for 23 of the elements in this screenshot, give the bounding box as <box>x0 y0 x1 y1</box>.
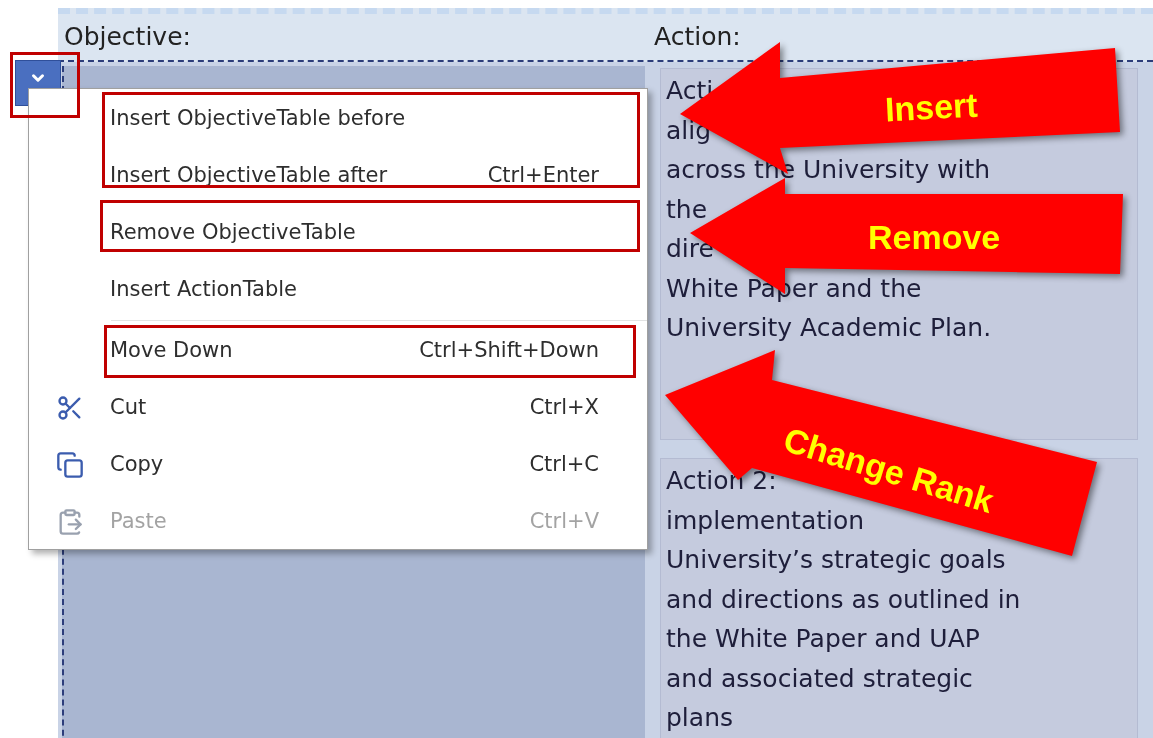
menu-item[interactable]: Move Down Ctrl+Shift+Down <box>29 322 647 379</box>
menu-item[interactable]: Insert ObjectiveTable before <box>29 90 647 147</box>
action-text-line: University’s strategic goals <box>666 545 1006 574</box>
action-text-line: implementation <box>666 505 865 535</box>
callout-label: Insert <box>883 84 979 131</box>
action-text-line: dire <box>666 234 714 263</box>
menu-item[interactable]: Copy Ctrl+C <box>29 436 647 493</box>
menu-item[interactable]: Cut Ctrl+X <box>29 379 647 436</box>
column-heading: Objective: <box>64 21 192 54</box>
column-heading: Action: <box>654 21 741 54</box>
action-text-line: the White Paper and UAP <box>666 624 980 653</box>
copy-icon <box>55 450 84 479</box>
action-text-line: the <box>666 194 708 224</box>
callout-label: Remove <box>868 217 1001 258</box>
menu-item[interactable]: Insert ObjectiveTable after Ctrl+Enter <box>29 147 647 204</box>
highlight-frame <box>10 52 80 118</box>
action-text-line: Action 2: <box>666 466 777 495</box>
menu-item[interactable]: Insert ActionTable <box>29 261 647 318</box>
action-text-line: and associated strategic <box>666 663 973 693</box>
menu-item[interactable]: Remove ObjectiveTable <box>29 204 647 261</box>
action-text-line: University Academic Plan. <box>666 313 992 342</box>
action-text-line: and directions as outlined in <box>666 584 1021 614</box>
action-text-line: plans <box>666 703 733 732</box>
